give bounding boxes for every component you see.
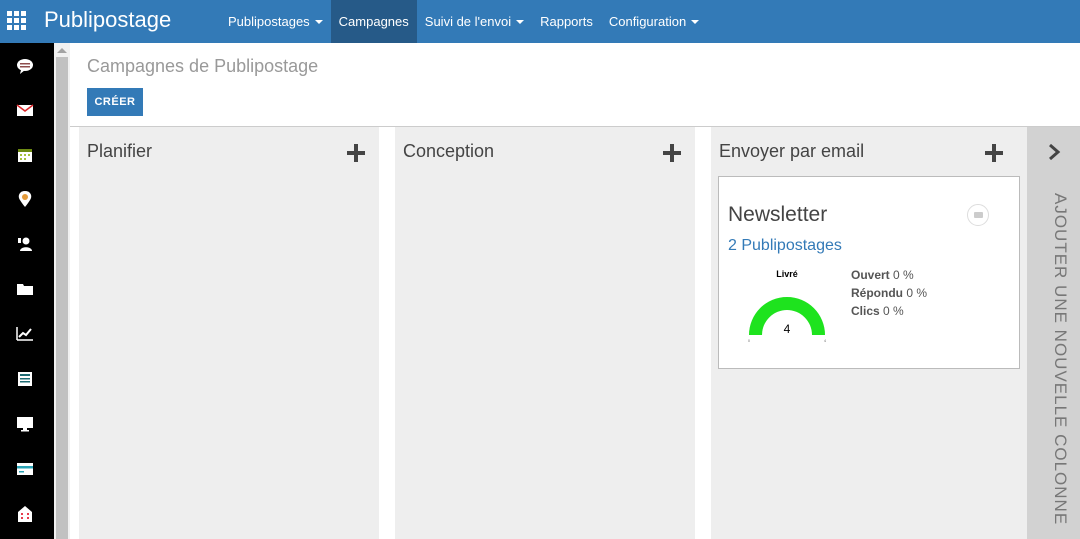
menu-item-label: Publipostages <box>228 14 310 29</box>
kanban-view: Planifier Conception Envoyer par email N… <box>70 127 1080 539</box>
document-icon[interactable] <box>10 364 39 393</box>
app-brand: Publipostage <box>44 7 172 32</box>
stat-label: Clics <box>851 304 880 318</box>
scroll-up-arrow-icon[interactable] <box>57 48 67 53</box>
discuss-icon[interactable] <box>10 51 39 80</box>
plus-icon[interactable] <box>347 144 365 162</box>
stat-replied: Répondu 0 % <box>851 284 927 302</box>
calendar-icon[interactable] <box>10 140 39 169</box>
trend-icon[interactable] <box>10 319 39 348</box>
mail-icon[interactable] <box>10 95 39 124</box>
stat-value: 0 % <box>883 304 904 318</box>
menu-item-rapports[interactable]: Rapports <box>532 0 601 43</box>
menu-item-label: Campagnes <box>338 14 409 29</box>
card-title: Newsletter <box>728 203 828 226</box>
app-sidebar-scrollbar[interactable] <box>54 43 70 539</box>
kanban-card-newsletter[interactable]: Newsletter 2 Publipostages Livré 4 0 4 O… <box>718 176 1020 369</box>
menu-item-campagnes[interactable]: Campagnes <box>330 0 417 43</box>
monitor-icon[interactable] <box>10 409 39 438</box>
top-navbar: Publipostage Publipostages Campagnes Sui… <box>0 0 1080 43</box>
folder-icon[interactable] <box>10 274 39 303</box>
menu-item-label: Suivi de l'envoi <box>424 14 512 29</box>
scrollbar-thumb[interactable] <box>56 57 68 539</box>
menu-item-suivi[interactable]: Suivi de l'envoi <box>417 0 532 43</box>
caret-down-icon <box>516 19 525 24</box>
delivered-gauge: Livré 4 0 4 <box>748 269 827 343</box>
chevron-right-icon <box>1049 144 1061 160</box>
menu-item-configuration[interactable]: Configuration <box>601 0 707 43</box>
gauge-min: 0 <box>748 338 751 343</box>
pin-icon[interactable] <box>10 184 39 213</box>
card-icon[interactable] <box>10 454 39 483</box>
plus-icon[interactable] <box>663 144 681 162</box>
kanban-column-planifier: Planifier <box>79 127 379 539</box>
stat-label: Ouvert <box>851 268 890 282</box>
kanban-column-conception: Conception <box>395 127 695 539</box>
gauge-value: 4 <box>784 322 791 336</box>
column-title: Conception <box>403 141 495 161</box>
stat-opened: Ouvert 0 % <box>851 266 927 284</box>
gauge-max: 4 <box>824 338 827 343</box>
add-column-button[interactable]: AJOUTER UNE NOUVELLE COLONNE <box>1027 127 1080 539</box>
create-button[interactable]: CRÉER <box>87 88 143 116</box>
control-panel: Campagnes de Publipostage CRÉER <box>70 43 1080 127</box>
mailings-link[interactable]: 2 Publipostages <box>728 237 842 255</box>
card-stats: Ouvert 0 % Répondu 0 % Clics 0 % <box>851 266 927 320</box>
contacts-icon[interactable] <box>10 229 39 258</box>
plus-icon[interactable] <box>985 144 1003 162</box>
menu-item-publipostages[interactable]: Publipostages <box>220 0 331 43</box>
caret-down-icon <box>314 19 323 24</box>
column-title: Planifier <box>87 141 153 161</box>
kanban-column-envoyer: Envoyer par email Newsletter 2 Publipost… <box>711 127 1027 539</box>
stat-label: Répondu <box>851 286 903 300</box>
column-title: Envoyer par email <box>719 141 865 161</box>
add-column-label: AJOUTER UNE NOUVELLE COLONNE <box>1051 193 1070 526</box>
menu-item-label: Rapports <box>540 14 593 29</box>
stat-clicks: Clics 0 % <box>851 302 927 320</box>
stat-value: 0 % <box>906 286 928 300</box>
main-menu: Publipostages Campagnes Suivi de l'envoi… <box>220 0 707 43</box>
breadcrumb: Campagnes de Publipostage <box>87 56 319 76</box>
apps-grid-icon[interactable] <box>7 11 27 31</box>
building-icon[interactable] <box>10 499 39 528</box>
camera-icon[interactable] <box>967 204 989 226</box>
caret-down-icon <box>691 19 700 24</box>
stat-value: 0 % <box>893 268 914 282</box>
app-sidebar <box>0 43 54 539</box>
gauge-label: Livré <box>776 269 798 279</box>
menu-item-label: Configuration <box>608 14 687 29</box>
